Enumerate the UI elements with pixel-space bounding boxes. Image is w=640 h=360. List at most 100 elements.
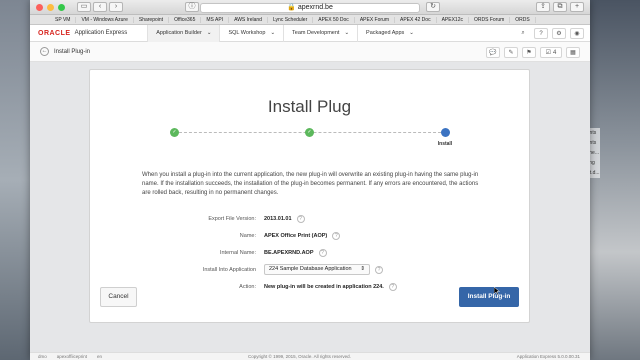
internal-name-value: BE.APEXRND.AOP [264,249,314,256]
help-icon[interactable]: ? [375,265,383,274]
user-icon[interactable]: ◉ [570,28,584,39]
tab-sql-workshop[interactable]: SQL Workshop ⌄ [219,24,283,42]
step-done-icon: ✓ [305,128,314,137]
new-tab-button[interactable]: + [570,2,584,12]
bookmark-item[interactable]: VM - Windows Azure [76,16,134,23]
bug-icon[interactable]: ✎ [504,47,518,58]
breadcrumb-tools: 💬 ✎ ⚑ ☑ 4 ▦ [486,47,580,58]
chevron-down-icon: ⌄ [344,29,350,36]
sidebar-toggle-button[interactable]: ▭ [77,2,91,12]
breadcrumb-label: Install Plug-in [54,48,91,55]
bookmark-item[interactable]: ORDS Forum [469,16,511,23]
share-icon[interactable]: ⇪ [536,2,550,12]
product-name: Application Express [74,30,128,36]
desktop-background-right [588,0,640,360]
form-row-internal-name: Internal Name: BE.APEXRND.AOP ? [150,244,450,261]
bookmark-item[interactable]: SP VM [50,16,77,23]
forward-button[interactable]: › [109,2,123,12]
browser-window: ▭ ‹ › ⓘ 🔒 apexrnd.be ↻ ⇪ ⧉ + SP VM VM - … [30,0,590,360]
bookmark-item[interactable]: AWS Ireland [229,16,268,23]
breadcrumb: ← Install Plug-in 💬 ✎ ⚑ ☑ 4 ▦ [30,42,590,62]
help-icon[interactable]: ? [534,28,548,39]
tab-label: Packaged Apps [366,29,405,36]
oracle-logo: ORACLE [38,29,71,37]
step-current-icon [441,128,450,137]
bookmark-item[interactable]: Office365 [169,16,202,23]
search-icon[interactable]: ⌕ [516,28,530,39]
tab-packaged-apps[interactable]: Packaged Apps ⌄ [357,24,422,42]
footer-copyright: Copyright © 1999, 2015, Oracle. All righ… [248,354,351,359]
zoom-window-button[interactable] [58,3,65,11]
tab-application-builder[interactable]: Application Builder ⌄ [147,24,220,42]
bookmark-item[interactable]: ORDS [510,16,536,23]
bookmarks-bar: SP VM VM - Windows Azure Sharepoint Offi… [30,15,590,25]
tab-label: SQL Workshop [228,29,266,36]
address-bar[interactable]: 🔒 apexrnd.be [200,3,420,13]
minimize-window-button[interactable] [47,3,54,11]
install-plugin-button[interactable]: Install Plug-in [459,287,519,307]
browser-titlebar: ▭ ‹ › ⓘ 🔒 apexrnd.be ↻ ⇪ ⧉ + [30,0,590,15]
apex-tabs: Application Builder ⌄ SQL Workshop ⌄ Tea… [147,24,422,42]
bookmark-item[interactable]: APEX 42 Doc [395,16,437,23]
bookmark-item[interactable]: MS API [201,16,230,23]
field-label: Install Into Application [202,266,256,273]
apex-header-tools: ⌕ ? ⚙ ◉ [516,28,584,39]
bookmark-item[interactable]: APEX 50 Doc [313,16,355,23]
dialog-title: Install Plug [267,97,352,116]
footer-language: en [96,354,102,359]
form-row-name: Name: APEX Office Print (AOP) ? [150,227,450,244]
field-label: Export File Version: [208,215,256,222]
dialog-description: When you install a plug-in into the curr… [142,172,479,196]
field-label: Internal Name: [219,249,256,256]
cancel-button[interactable]: Cancel [100,287,137,307]
bookmark-item[interactable]: Sharepoint [134,16,170,23]
wizard-progress: ✓ ✓ Install [170,128,452,148]
step-label-install: Install [437,141,453,147]
reload-icon[interactable]: ↻ [426,2,440,12]
lock-icon: 🔒 [287,4,296,11]
back-button[interactable]: ‹ [93,2,107,12]
select-arrows-icon: ⇕ [360,266,365,272]
review-icon: ☑ [545,50,552,56]
toolbar-right: ⇪ ⧉ + [536,2,584,12]
export-version-value: 2013.01.01 [264,215,292,222]
footer-workspace: apexoffiiceprint [56,354,87,359]
help-icon[interactable]: ? [296,214,305,223]
form-row-install-into: Install Into Application 224 Sample Data… [150,261,450,278]
chevron-down-icon: ⌄ [270,29,276,36]
info-icon[interactable]: ⓘ [185,2,199,12]
step-done-icon: ✓ [170,128,179,137]
footer-version: Application Express 5.0.0.00.31 [516,354,580,359]
dialog-footer: Cancel Install Plug-in [90,277,529,322]
chevron-down-icon: ⌄ [409,29,414,36]
window-controls [36,3,65,11]
field-label: Name: [239,232,256,239]
bookmark-item[interactable]: APEX12c [437,16,469,23]
application-select[interactable]: 224 Sample Database Application ⇕ [264,264,370,275]
chevron-down-icon: ⌄ [206,29,212,36]
install-plugin-dialog: Install Plug ✓ ✓ Install When you instal… [89,69,530,323]
comment-icon[interactable]: 💬 [486,47,500,58]
grid-icon[interactable]: ▦ [566,47,580,58]
bookmark-item[interactable]: Lync Scheduler [268,16,314,23]
back-arrow-icon[interactable]: ← [40,47,49,56]
admin-icon[interactable]: ⚙ [552,28,566,39]
team-icon[interactable]: ⚑ [522,47,536,58]
tabs-icon[interactable]: ⧉ [553,2,567,12]
bookmark-item[interactable]: APEX Forum [355,16,395,23]
apex-header: ORACLE Application Express Application B… [30,24,590,42]
mouse-cursor-icon [494,287,500,295]
tab-label: Team Development [292,29,340,36]
nav-buttons: ▭ ‹ › [77,2,123,12]
help-icon[interactable]: ? [318,248,327,257]
review-count: 4 [553,49,557,56]
selected-application: 224 Sample Database Application [269,266,352,272]
tab-team-development[interactable]: Team Development ⌄ [283,24,357,42]
plugin-name-value: APEX Office Print (AOP) [264,232,328,239]
review-button[interactable]: ☑ 4 [540,47,562,58]
page-body: Install Plug ✓ ✓ Install When you instal… [30,62,590,352]
help-icon[interactable]: ? [332,231,341,240]
apex-footer: dmo apexoffiiceprint en Copyright © 1999… [30,352,590,360]
close-window-button[interactable] [36,3,43,11]
form-row-export-version: Export File Version: 2013.01.01 ? [150,210,450,227]
